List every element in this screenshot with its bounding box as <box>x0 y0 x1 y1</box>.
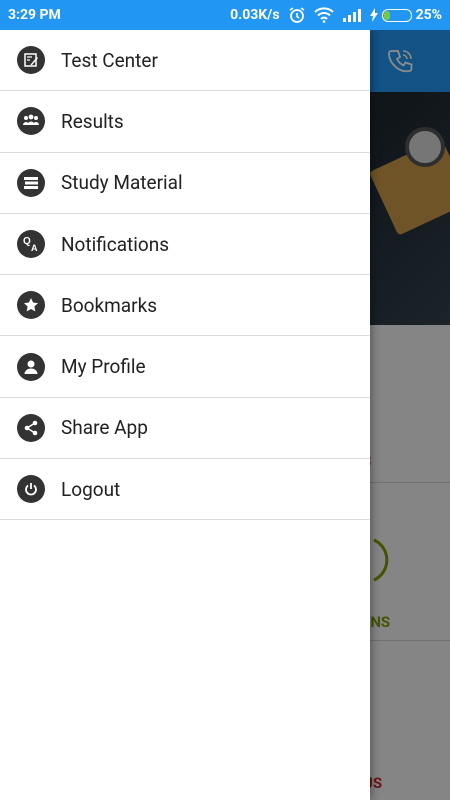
status-bar: 3:29 PM 0.03K/s 25% <box>0 0 450 30</box>
test-center-icon <box>17 46 45 75</box>
profile-icon <box>17 352 45 381</box>
menu-item-label: My Profile <box>61 355 146 379</box>
menu-item-test-center[interactable]: Test Center <box>0 30 370 92</box>
menu-item-label: Bookmarks <box>61 293 158 317</box>
battery-icon <box>381 8 412 22</box>
signal-icon <box>342 7 362 23</box>
menu-item-label: Test Center <box>61 48 158 72</box>
menu-item-label: Results <box>61 109 124 133</box>
battery-percent: 25% <box>415 7 442 23</box>
power-icon <box>17 475 45 504</box>
menu-item-label: Share App <box>61 416 148 440</box>
charging-icon <box>369 8 378 22</box>
menu-item-results[interactable]: Results <box>0 91 370 153</box>
menu-item-study-material[interactable]: Study Material <box>0 153 370 214</box>
status-time: 3:29 PM <box>8 7 61 23</box>
menu-item-bookmarks[interactable]: Bookmarks <box>0 275 370 337</box>
alarm-icon <box>288 6 306 24</box>
menu-item-notifications[interactable]: QA Notifications <box>0 214 370 276</box>
svg-text:A: A <box>31 243 38 253</box>
study-material-icon <box>17 168 45 197</box>
menu-item-my-profile[interactable]: My Profile <box>0 336 370 398</box>
network-speed: 0.03K/s <box>230 7 280 23</box>
svg-text:Q: Q <box>23 236 31 247</box>
menu-item-logout[interactable]: Logout <box>0 459 370 521</box>
navigation-drawer: Test Center Results Study Material QA No… <box>0 30 370 800</box>
battery-indicator: 25% <box>369 7 442 23</box>
battery-level-fill <box>383 10 391 20</box>
share-icon <box>17 413 45 442</box>
results-icon <box>17 107 45 136</box>
wifi-icon <box>313 7 334 23</box>
menu-item-label: Logout <box>61 477 121 501</box>
menu-item-share-app[interactable]: Share App <box>0 398 370 460</box>
notifications-qa-icon: QA <box>17 230 45 259</box>
menu-item-label: Notifications <box>61 232 170 256</box>
star-icon <box>17 291 45 320</box>
menu-item-label: Study Material <box>61 171 183 195</box>
